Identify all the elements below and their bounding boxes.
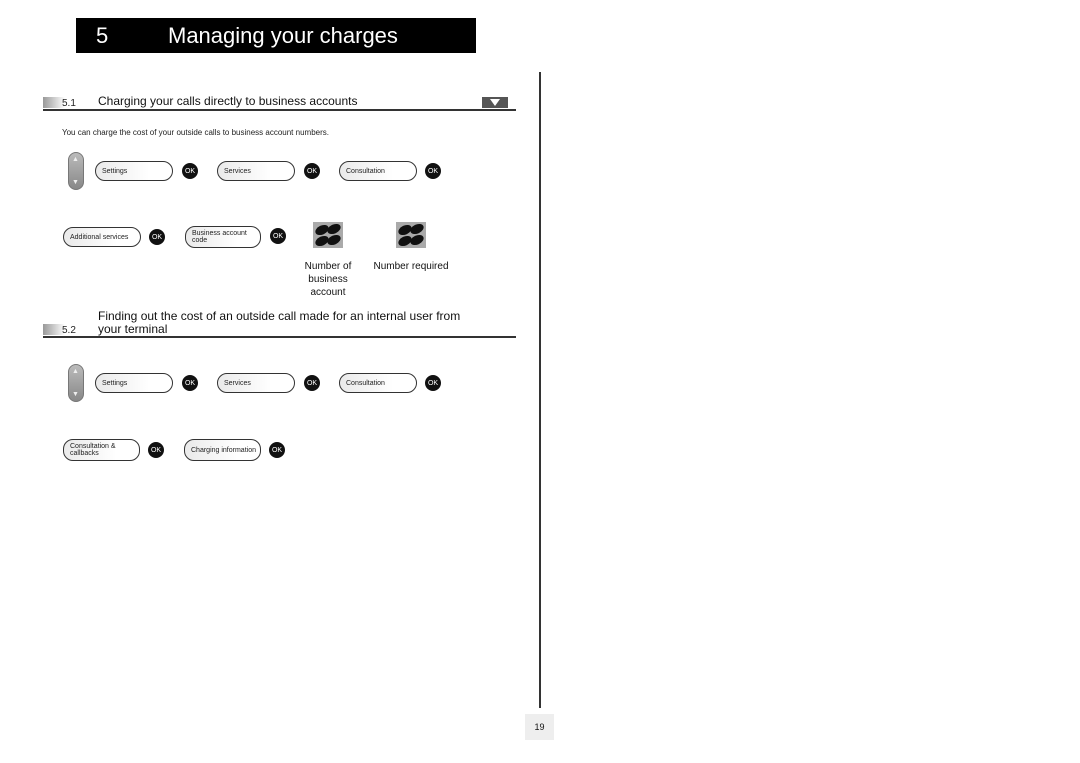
key-additional-services[interactable]: Additional services bbox=[63, 227, 141, 247]
key-charging-information[interactable]: Charging information bbox=[184, 439, 261, 461]
ok-button[interactable]: OK bbox=[182, 375, 198, 391]
chapter-title: Managing your charges bbox=[168, 23, 398, 48]
section-rule bbox=[43, 336, 516, 338]
down-arrow-icon bbox=[482, 97, 508, 108]
chapter-number: 5 bbox=[96, 23, 109, 48]
ok-button[interactable]: OK bbox=[269, 442, 285, 458]
section-title-line2: your terminal bbox=[98, 322, 168, 336]
ok-button[interactable]: OK bbox=[304, 375, 320, 391]
section-number: 5.1 bbox=[62, 98, 76, 109]
key-services[interactable]: Services bbox=[217, 161, 295, 181]
keypad-label: Number of business account bbox=[304, 261, 352, 298]
ok-button[interactable]: OK bbox=[425, 375, 441, 391]
keypad-icon bbox=[313, 222, 343, 248]
column-divider bbox=[539, 72, 541, 708]
ok-button[interactable]: OK bbox=[149, 229, 165, 245]
up-down-navigator-icon[interactable]: ▲ ▼ bbox=[68, 152, 84, 190]
up-down-navigator-icon[interactable]: ▲ ▼ bbox=[68, 364, 84, 402]
key-business-account-code[interactable]: Business account code bbox=[185, 226, 261, 248]
keypad-icon bbox=[396, 222, 426, 248]
section-rule bbox=[43, 109, 516, 111]
section-number: 5.2 bbox=[62, 325, 76, 336]
page-number: 19 bbox=[525, 714, 554, 740]
ok-button[interactable]: OK bbox=[148, 442, 164, 458]
section-intro: You can charge the cost of your outside … bbox=[62, 128, 329, 137]
ok-button[interactable]: OK bbox=[304, 163, 320, 179]
ok-button[interactable]: OK bbox=[182, 163, 198, 179]
key-consultation-callbacks[interactable]: Consultation & callbacks bbox=[63, 439, 140, 461]
key-settings[interactable]: Settings bbox=[95, 373, 173, 393]
ok-button[interactable]: OK bbox=[270, 228, 286, 244]
key-consultation[interactable]: Consultation bbox=[339, 161, 417, 181]
section-title: Charging your calls directly to business… bbox=[98, 94, 358, 108]
key-services[interactable]: Services bbox=[217, 373, 295, 393]
ok-button[interactable]: OK bbox=[425, 163, 441, 179]
key-consultation[interactable]: Consultation bbox=[339, 373, 417, 393]
key-settings[interactable]: Settings bbox=[95, 161, 173, 181]
chapter-header: 5 Managing your charges bbox=[76, 18, 476, 53]
keypad-label: Number required bbox=[373, 261, 449, 272]
